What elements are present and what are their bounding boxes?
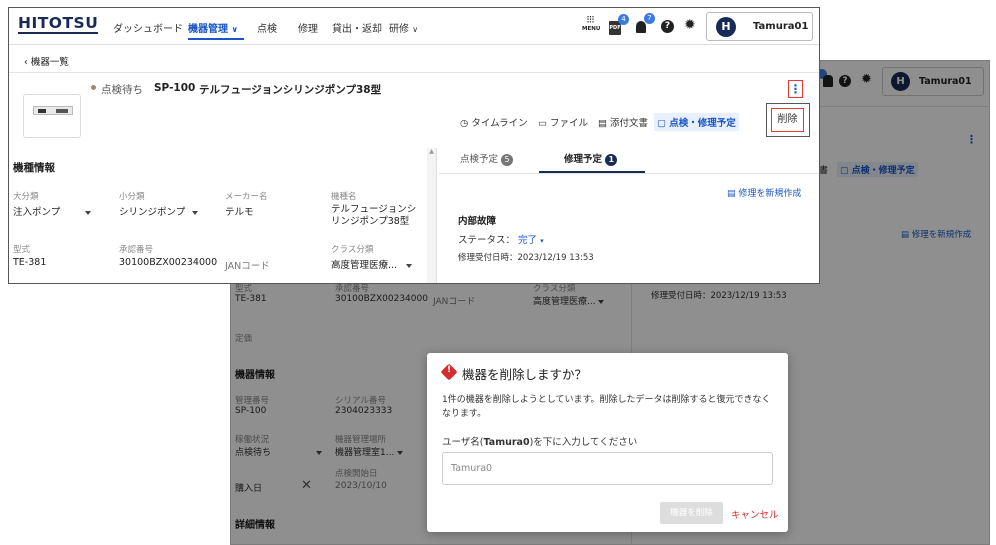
class-label: クラス分類 — [331, 245, 374, 255]
gear-icon[interactable]: ✹ — [684, 17, 696, 33]
approval-label: 承認番号 — [119, 245, 154, 255]
calendar-icon: ▢ — [657, 118, 666, 129]
back-link[interactable]: ‹ 機器一覧 — [24, 54, 69, 68]
dialog-prompt: ユーザ名(Tamura0)を下に入力してください — [442, 437, 638, 448]
help-icon[interactable]: ? — [661, 20, 674, 33]
subtab-divider — [439, 173, 819, 174]
maker-value[interactable]: テルモ — [225, 204, 254, 218]
tab-timeline[interactable]: ◷ タイムライン — [460, 115, 528, 129]
delete-menu: 削除 — [766, 103, 810, 137]
nav-training[interactable]: 研修 ∨ — [389, 20, 418, 35]
avatar: H — [716, 17, 736, 37]
jan-code-field[interactable]: JANコード — [225, 258, 270, 272]
grid-icon: ⁝⁝⁝ — [586, 13, 595, 26]
brand-logo[interactable]: HITOTSU — [18, 15, 99, 34]
user-name: Tamura01 — [753, 21, 809, 32]
bell-badge: 7 — [644, 13, 655, 24]
repair-title[interactable]: 内部故障 — [458, 213, 496, 227]
chevron-left-icon: ‹ — [24, 57, 28, 68]
user-button[interactable]: H Tamura01 — [706, 12, 813, 41]
repair-status: ステータス： 完了 ▾ — [458, 235, 544, 246]
dialog-body: 1件の機器を削除しようとしています。削除したデータは削除すると復元できなくなりま… — [442, 395, 771, 419]
dialog-title: 機器を削除しますか？ — [462, 367, 588, 382]
nav-active-underline — [188, 38, 244, 40]
delete-device-button[interactable]: 機器を削除 — [660, 502, 723, 524]
repair-count-badge: 1 — [605, 154, 618, 166]
model-name-value[interactable]: テルフュージョンシリンジポンプ38型 — [331, 204, 421, 228]
subtab-inspection[interactable]: 点検予定 5 — [460, 151, 514, 166]
nav-inspection[interactable]: 点検 — [257, 20, 277, 35]
category-label: 大分類 — [13, 192, 39, 202]
tab-schedule[interactable]: ▢ 点検・修理予定 — [654, 113, 739, 131]
more-menu-button[interactable]: ⋮ — [788, 80, 803, 98]
maker-label: メーカー名 — [225, 192, 268, 202]
left-panel: ▲ 機種情報 大分類 注入ポンプ 小分類 シリンジポンプ メーカー名 テルモ 機… — [9, 148, 437, 283]
status-dropdown[interactable]: 完了 ▾ — [518, 235, 544, 246]
status-label: 点検待ち — [101, 84, 143, 96]
menu-button[interactable]: ⁝⁝⁝ MENU — [582, 13, 601, 33]
bell-icon[interactable] — [636, 21, 646, 33]
subtab-repair[interactable]: 修理予定 1 — [564, 151, 618, 166]
category-select[interactable]: 注入ポンプ — [13, 204, 92, 218]
status-dot — [91, 85, 96, 90]
add-document-icon: ▤ — [727, 189, 736, 199]
model-label: 型式 — [13, 245, 31, 255]
repair-received-date: 修理受付日時：2023/12/19 13:53 — [458, 253, 594, 263]
nav-dashboard[interactable]: ダッシュボード — [113, 20, 183, 35]
nav-equipment[interactable]: 機器管理 ∨ — [188, 20, 238, 35]
document-icon: ▤ — [598, 118, 607, 129]
device-detail-window: HITOTSU ダッシュボード 機器管理 ∨ 点検 修理 貸出・返却 研修 ∨ … — [8, 7, 820, 284]
syringe-pump-image — [33, 106, 73, 115]
pdf-badge: 4 — [618, 14, 629, 25]
device-code: SP-100 — [154, 82, 196, 94]
device-thumbnail — [23, 94, 81, 138]
delete-menu-item[interactable]: 削除 — [771, 108, 804, 132]
new-repair-link[interactable]: ▤ 修理を新規作成 — [727, 186, 801, 199]
folder-icon: ▭ — [538, 118, 547, 129]
model-value[interactable]: TE-381 — [13, 257, 46, 268]
subcategory-label: 小分類 — [119, 192, 145, 202]
class-select[interactable]: 高度管理医療... — [331, 257, 413, 271]
menu-label: MENU — [582, 26, 601, 32]
approval-value[interactable]: 30100BZX00234000 — [119, 257, 217, 268]
username-confirm-input[interactable]: Tamura0 — [442, 452, 773, 485]
scrollbar[interactable]: ▲ — [427, 148, 436, 283]
nav-lending[interactable]: 貸出・返却 — [332, 20, 382, 35]
inspection-count-badge: 5 — [501, 154, 514, 166]
subcategory-select[interactable]: シリンジポンプ — [119, 204, 199, 218]
tab-files[interactable]: ▭ ファイル — [538, 115, 588, 129]
model-name-label: 機種名 — [331, 192, 357, 202]
warning-icon-mark: ! — [447, 365, 452, 375]
app-header: HITOTSU ダッシュボード 機器管理 ∨ 点検 修理 貸出・返却 研修 ∨ … — [9, 8, 819, 45]
machine-info-heading: 機種情報 — [13, 162, 55, 174]
tab-attachments[interactable]: ▤ 添付文書 — [598, 115, 648, 129]
divider — [9, 72, 819, 73]
delete-dialog: ! 機器を削除しますか？ 1件の機器を削除しようとしています。削除したデータは削… — [427, 353, 788, 532]
device-name: テルフュージョンシリンジポンプ38型 — [199, 84, 382, 96]
clock-icon: ◷ — [460, 118, 469, 129]
nav-repair[interactable]: 修理 — [298, 20, 318, 35]
cancel-button[interactable]: キャンセル — [731, 507, 779, 521]
